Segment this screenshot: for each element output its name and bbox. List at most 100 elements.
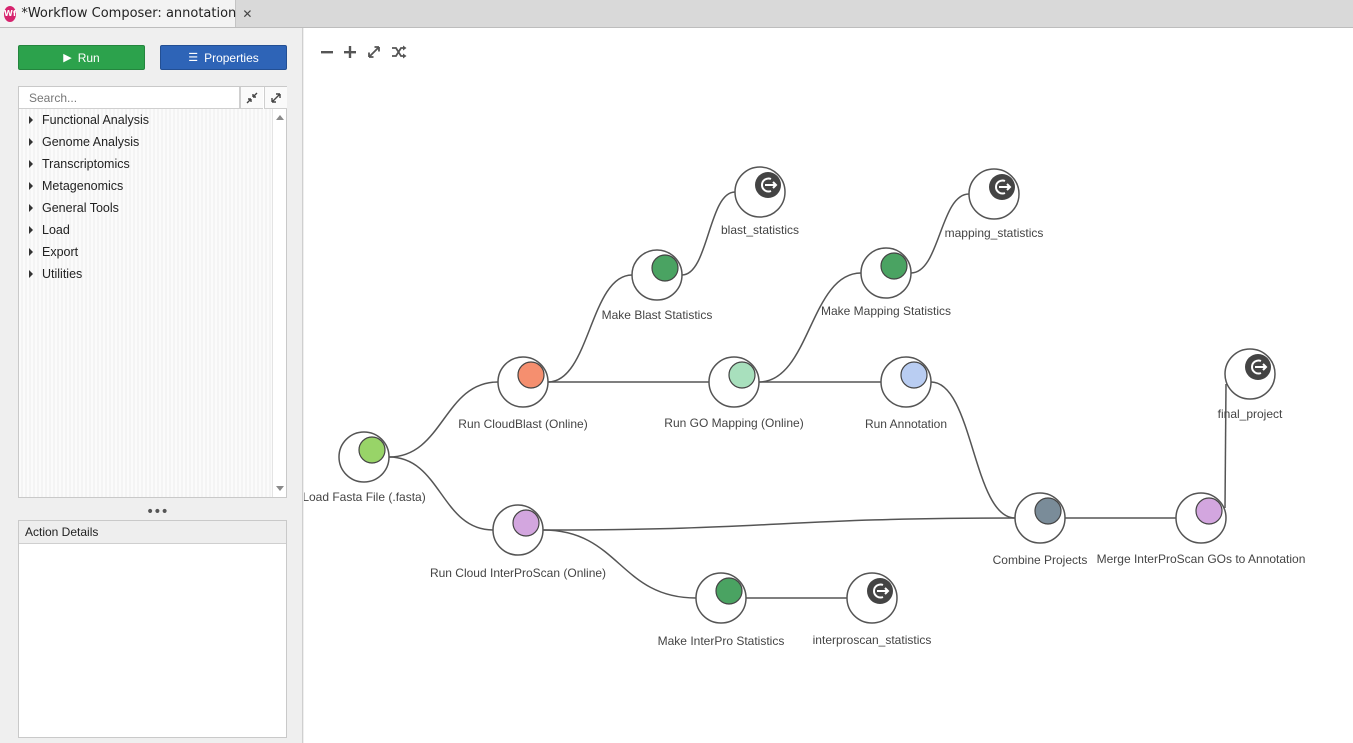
editor-tab-title: *Workflow Composer: annotation [21, 6, 237, 21]
node-label: Make InterPro Statistics [658, 634, 785, 648]
edge-go-mms[interactable] [758, 272, 862, 383]
collapse-icon [246, 92, 258, 103]
output-icon [755, 172, 781, 198]
tree-item-label: Metagenomics [42, 179, 124, 193]
tree-item-utilities[interactable]: Utilities [19, 263, 272, 285]
expand-arrow-icon [29, 270, 33, 278]
node-label: blast_statistics [721, 223, 799, 237]
node-label: Combine Projects [993, 553, 1088, 567]
workflow-app-icon: Wf [4, 5, 17, 22]
node-label: mapping_statistics [945, 226, 1044, 240]
node-label: Merge InterProScan GOs to Annotation [1097, 552, 1306, 566]
action-details-panel: Action Details [18, 520, 287, 738]
node-load[interactable]: Load Fasta File (.fasta) [304, 431, 426, 504]
tree-item-label: Load [42, 223, 70, 237]
scroll-up-icon[interactable] [276, 115, 284, 120]
node-label: Make Mapping Statistics [821, 304, 951, 318]
edge-cb-mbs[interactable] [547, 274, 633, 383]
output-icon [989, 174, 1015, 200]
output-icon [867, 578, 893, 604]
edge-ann-comb[interactable] [930, 381, 1016, 519]
tree-item-label: Export [42, 245, 79, 259]
play-icon: ▶ [63, 52, 72, 64]
node-label: Make Blast Statistics [602, 308, 713, 322]
workflow-graph[interactable]: Load Fasta File (.fasta) Run CloudBlast (… [304, 28, 1353, 743]
action-status-dot [728, 361, 756, 389]
close-tab-icon[interactable]: ✕ [242, 7, 252, 21]
expand-all-button[interactable] [264, 87, 287, 109]
action-status-dot [512, 509, 540, 537]
scroll-down-icon[interactable] [276, 486, 284, 491]
tree-item-label: Utilities [42, 267, 83, 281]
properties-button-label: Properties [204, 50, 259, 65]
node-label: final_project [1218, 407, 1283, 421]
run-button[interactable]: ▶ Run [18, 45, 145, 70]
tree-item-label: General Tools [42, 201, 119, 215]
node-label: interproscan_statistics [813, 633, 932, 647]
node-mip[interactable]: Make InterPro Statistics [658, 572, 785, 648]
menu-lines-icon: ☰ [188, 52, 199, 64]
workflow-nodes: Load Fasta File (.fasta) Run CloudBlast (… [304, 166, 1306, 648]
action-status-dot [651, 254, 679, 282]
tree-item-label: Genome Analysis [42, 135, 140, 149]
node-mms[interactable]: Make Mapping Statistics [821, 247, 951, 318]
node-merge[interactable]: Merge InterProScan GOs to Annotation [1097, 492, 1306, 566]
expand-arrow-icon [29, 204, 33, 212]
search-input[interactable] [19, 87, 240, 109]
tree-item-transcriptomics[interactable]: Transcriptomics [19, 153, 272, 175]
collapse-all-button[interactable] [240, 87, 263, 109]
edge-merge-final[interactable] [1224, 383, 1227, 509]
action-status-dot [517, 361, 545, 389]
editor-tab-bar: Wf *Workflow Composer: annotation ✕ [0, 0, 1353, 28]
expand-arrow-icon [29, 138, 33, 146]
node-bstat[interactable]: blast_statistics [721, 166, 799, 237]
action-details-title: Action Details [19, 521, 286, 544]
node-label: Run GO Mapping (Online) [664, 416, 803, 430]
action-status-dot [1195, 497, 1223, 525]
properties-button[interactable]: ☰ Properties [160, 45, 287, 70]
expand-icon [271, 92, 281, 103]
node-label: Run Annotation [865, 417, 947, 431]
output-icon [1245, 354, 1271, 380]
node-label: Run CloudBlast (Online) [458, 417, 587, 431]
tree-item-functional-analysis[interactable]: Functional Analysis [19, 109, 272, 131]
node-label: Run Cloud InterProScan (Online) [430, 566, 606, 580]
panel-splitter-handle[interactable]: ••• [146, 504, 169, 520]
editor-tab[interactable]: Wf *Workflow Composer: annotation ✕ [0, 0, 252, 27]
expand-arrow-icon [29, 116, 33, 124]
node-mbs[interactable]: Make Blast Statistics [602, 249, 713, 322]
node-mstat[interactable]: mapping_statistics [945, 168, 1044, 240]
node-cb[interactable]: Run CloudBlast (Online) [458, 356, 588, 431]
node-label: Load Fasta File (.fasta) [304, 490, 426, 504]
action-status-dot [900, 361, 928, 389]
run-button-label: Run [77, 50, 100, 65]
expand-arrow-icon [29, 248, 33, 256]
expand-arrow-icon [29, 160, 33, 168]
action-status-dot [1034, 497, 1062, 525]
node-ann[interactable]: Run Annotation [865, 356, 947, 431]
node-go[interactable]: Run GO Mapping (Online) [664, 356, 804, 430]
node-ips[interactable]: Run Cloud InterProScan (Online) [430, 504, 606, 580]
node-istat[interactable]: interproscan_statistics [813, 572, 932, 647]
left-panel: ▶ Run ☰ Properties Functional Analysis G… [0, 28, 303, 743]
tree-item-export[interactable]: Export [19, 241, 272, 263]
workflow-canvas[interactable]: Load Fasta File (.fasta) Run CloudBlast (… [304, 28, 1353, 743]
edge-ips-mip[interactable] [542, 529, 697, 599]
tree-item-metagenomics[interactable]: Metagenomics [19, 175, 272, 197]
action-status-dot [715, 577, 743, 605]
expand-arrow-icon [29, 226, 33, 234]
tree-item-label: Functional Analysis [42, 113, 150, 127]
action-status-dot [880, 252, 908, 280]
expand-arrow-icon [29, 182, 33, 190]
node-final[interactable]: final_project [1218, 348, 1283, 421]
node-comb[interactable]: Combine Projects [993, 492, 1088, 567]
action-tree: Functional Analysis Genome Analysis Tran… [19, 109, 272, 497]
action-status-dot [358, 436, 386, 464]
action-tree-panel: Functional Analysis Genome Analysis Tran… [18, 86, 287, 498]
tree-item-load[interactable]: Load [19, 219, 272, 241]
tree-scrollbar[interactable] [272, 109, 286, 497]
tree-item-genome-analysis[interactable]: Genome Analysis [19, 131, 272, 153]
tree-item-label: Transcriptomics [42, 157, 130, 171]
edge-ips-comb[interactable] [542, 517, 1016, 531]
tree-item-general-tools[interactable]: General Tools [19, 197, 272, 219]
